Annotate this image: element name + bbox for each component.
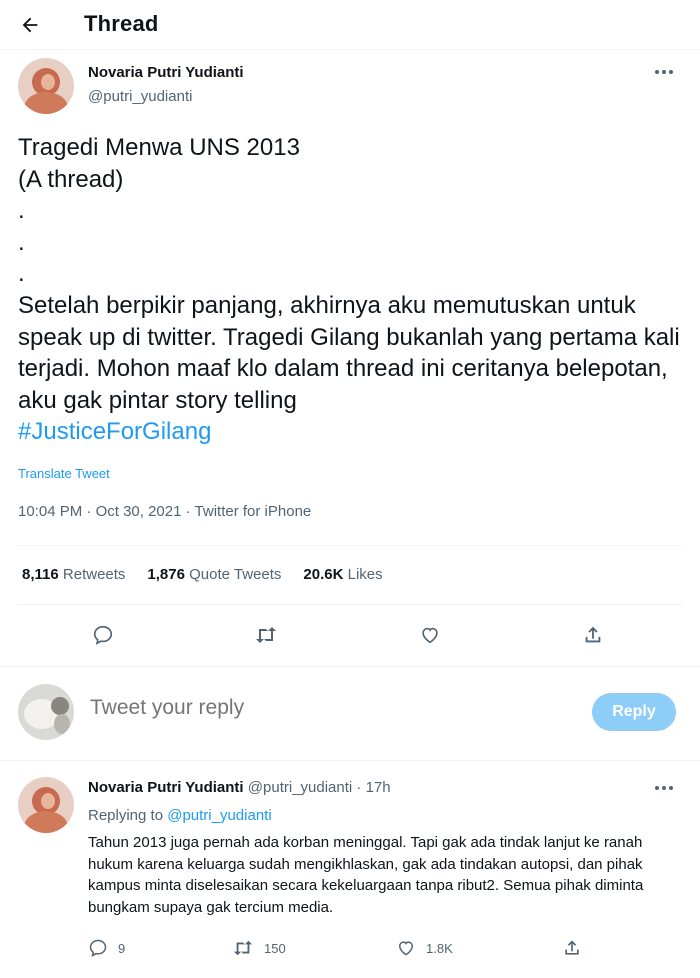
retweet-icon[interactable] (253, 622, 279, 648)
retweets-label: Retweets (62, 566, 126, 583)
tweet-text: Tragedi Menwa UNS 2013 (A thread) . . . … (18, 132, 682, 448)
likes-label: Likes (347, 566, 383, 583)
tweet-time[interactable]: 10:04 PM (18, 503, 82, 520)
reply-retweets-count: 150 (264, 940, 286, 956)
page-title: Thread (84, 11, 159, 36)
reply-icon (89, 939, 107, 957)
reply-replies-count: 9 (118, 940, 126, 956)
reply-likes-count: 1.8K (426, 940, 453, 956)
tweet-meta: 10:04 PM · Oct 30, 2021 · Twitter for iP… (18, 503, 311, 520)
likes-count: 20.6K (303, 566, 344, 583)
reply-more-icon[interactable] (652, 778, 676, 798)
tweet-date[interactable]: Oct 30, 2021 (96, 503, 182, 520)
top-bar: Thread (0, 0, 700, 50)
reply-author-avatar[interactable] (18, 777, 74, 833)
replying-to: Replying to @putri_yudianti (88, 807, 272, 824)
quotes-label: Quote Tweets (189, 566, 282, 583)
divider (0, 666, 700, 667)
reply-author-handle[interactable]: @putri_yudianti (248, 779, 352, 796)
author-handle[interactable]: @putri_yudianti (88, 88, 192, 105)
quotes-count: 1,876 (147, 566, 185, 583)
reply-share-action[interactable] (562, 938, 582, 958)
retweet-icon (233, 940, 253, 956)
reply-input[interactable] (90, 696, 510, 720)
like-icon (398, 941, 414, 956)
divider (18, 604, 682, 605)
reply-retweet-action[interactable]: 150 (232, 938, 286, 958)
more-icon[interactable] (652, 60, 676, 84)
reply-separator: · (352, 779, 366, 796)
reply-like-action[interactable]: 1.8K (396, 938, 453, 958)
likes-stat[interactable]: 20.6K Likes (303, 566, 382, 583)
share-icon[interactable] (580, 622, 606, 648)
tweet-actions (0, 616, 700, 656)
translate-tweet-link[interactable]: Translate Tweet (18, 466, 110, 481)
reply-button[interactable]: Reply (592, 693, 676, 731)
compose-reply: Reply (18, 684, 682, 744)
reply-author-name[interactable]: Novaria Putri Yudianti (88, 779, 244, 796)
author-name[interactable]: Novaria Putri Yudianti (88, 64, 244, 81)
tweet-stats: 8,116 Retweets 1,876 Quote Tweets 20.6K … (22, 566, 383, 583)
replying-to-label: Replying to (88, 807, 164, 824)
retweets-count: 8,116 (22, 566, 59, 583)
tweet-author: Novaria Putri Yudianti @putri_yudianti (18, 58, 682, 116)
reply-time[interactable]: 17h (366, 779, 391, 796)
meta-separator: · (181, 503, 195, 520)
like-icon[interactable] (417, 622, 443, 648)
meta-separator: · (82, 503, 96, 520)
retweets-stat[interactable]: 8,116 Retweets (22, 566, 125, 583)
author-avatar[interactable] (18, 58, 74, 114)
share-icon (565, 940, 579, 955)
divider (0, 760, 700, 761)
reply-actions: 9 150 1.8K (88, 938, 608, 964)
reply-header: Novaria Putri Yudianti @putri_yudianti ·… (88, 779, 391, 796)
replying-to-mention[interactable]: @putri_yudianti (167, 807, 271, 824)
tweet-body: Tragedi Menwa UNS 2013 (A thread) . . . … (18, 134, 680, 414)
tweet-source[interactable]: Twitter for iPhone (195, 503, 312, 520)
reply-reply-action[interactable]: 9 (88, 938, 125, 958)
user-avatar[interactable] (18, 684, 74, 740)
hashtag-link[interactable]: #JusticeForGilang (18, 418, 211, 445)
quotes-stat[interactable]: 1,876 Quote Tweets (147, 566, 281, 583)
back-arrow-icon[interactable] (16, 11, 44, 39)
reply-icon[interactable] (90, 622, 116, 648)
reply-text: Tahun 2013 juga pernah ada korban mening… (88, 834, 644, 916)
divider (18, 545, 682, 546)
